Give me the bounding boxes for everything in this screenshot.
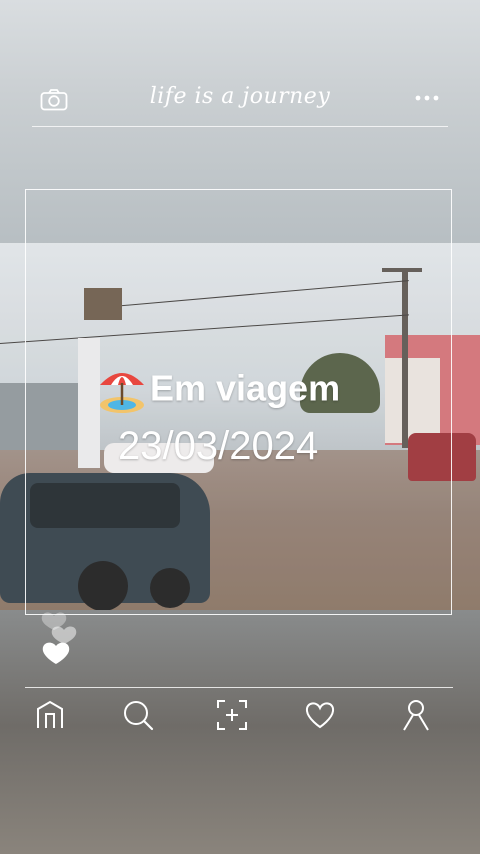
home-icon[interactable] [33, 698, 67, 732]
search-icon[interactable] [121, 698, 155, 732]
post-title-text: Em viagem [150, 367, 341, 409]
add-frame-icon[interactable] [215, 698, 249, 732]
tagline: life is a journey [149, 84, 331, 109]
post-title: Em viagem [96, 365, 396, 417]
profile-icon[interactable] [399, 698, 433, 732]
stacked-hearts-icon[interactable] [38, 610, 82, 670]
more-dots-icon[interactable] [414, 92, 440, 104]
heart-icon[interactable] [303, 698, 337, 732]
bottom-nav [25, 687, 453, 748]
beach-umbrella-icon [100, 373, 144, 413]
post-date: 23/03/2024 [118, 424, 319, 468]
top-bar: life is a journey [32, 80, 448, 127]
